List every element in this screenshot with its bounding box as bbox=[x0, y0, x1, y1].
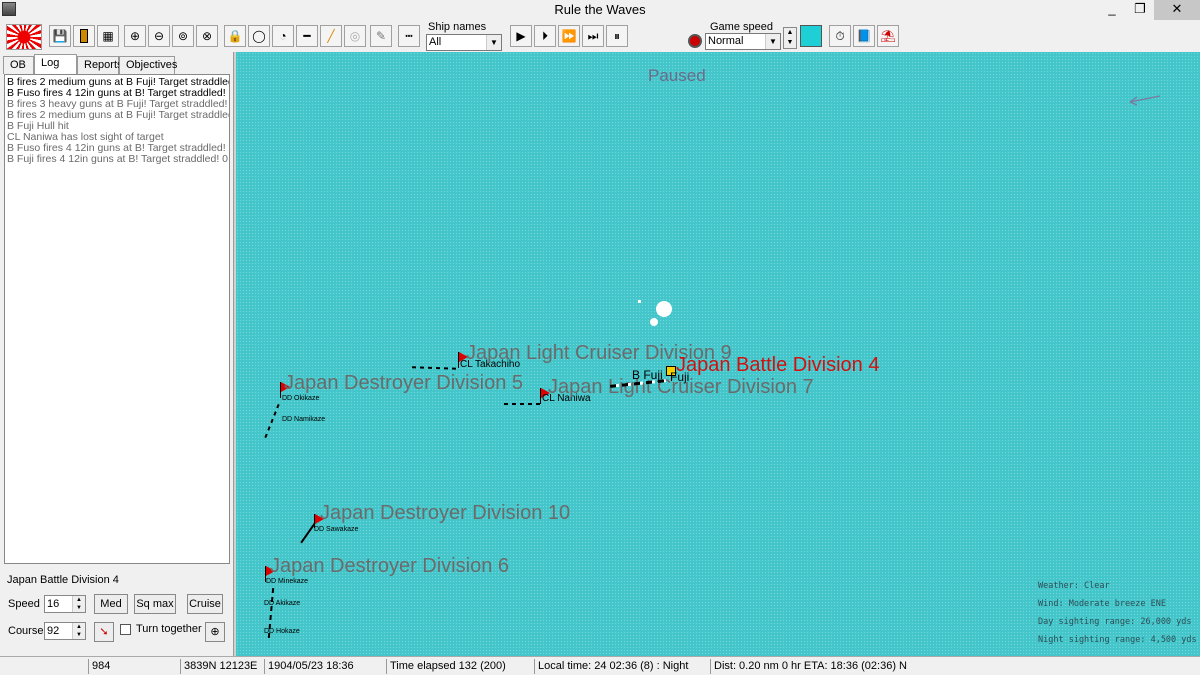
zoom-fit-icon[interactable]: ⊚ bbox=[172, 25, 194, 47]
rising-sun-flag-icon[interactable] bbox=[6, 24, 42, 50]
minimize-button[interactable]: _ bbox=[1098, 0, 1126, 20]
ship-names-select[interactable]: All ▼ bbox=[426, 34, 502, 51]
skip-icon[interactable]: ⏭ bbox=[582, 25, 604, 47]
clock-icon[interactable]: ◔ bbox=[272, 25, 294, 47]
selected-division-name: Japan Battle Division 4 bbox=[7, 574, 119, 586]
status-position: 3839N 12123E bbox=[180, 659, 264, 674]
set-course-arrow-icon[interactable]: ➘ bbox=[94, 622, 114, 642]
cruise-button[interactable]: Cruise bbox=[187, 594, 223, 614]
zoom-in-icon[interactable]: ⊕ bbox=[124, 25, 146, 47]
step-icon[interactable]: ⏵ bbox=[534, 25, 556, 47]
log-entry: B Fuji fires 4 12in guns at B! Target st… bbox=[7, 153, 230, 165]
book-icon[interactable]: 📘 bbox=[853, 25, 875, 47]
ship-label-namikaze[interactable]: DD Namikaze bbox=[282, 416, 325, 423]
ship-names-label: Ship names bbox=[428, 21, 487, 33]
zoom-out-icon[interactable]: ⊖ bbox=[148, 25, 170, 47]
course-label: Course bbox=[8, 625, 44, 637]
stop-icon[interactable] bbox=[688, 34, 702, 48]
status-elapsed: Time elapsed 132 (200) bbox=[386, 659, 534, 674]
weather-info: Weather: Clear Wind: Moderate breeze ENE… bbox=[1038, 577, 1197, 649]
speed-value: 16 bbox=[47, 598, 60, 610]
game-speed-label: Game speed bbox=[710, 21, 773, 33]
maximize-button[interactable]: ❐ bbox=[1126, 0, 1154, 20]
day-sighting-range: Day sighting range: 26,000 yds bbox=[1038, 617, 1192, 627]
spinner-arrows-icon[interactable]: ▲ ▼ bbox=[72, 623, 85, 639]
sq-max-button[interactable]: Sq max bbox=[134, 594, 176, 614]
tab-objectives[interactable]: Objectives bbox=[119, 56, 177, 74]
med-button[interactable]: Med bbox=[94, 594, 128, 614]
speed-spinner-icon[interactable]: ▲ ▼ bbox=[783, 27, 797, 49]
toolbar: 💾 ▦ ⊕ ⊖ ⊚ ⊗ 🔒 ◯ ◔ ━ ╱ ◎ ✎ ┅ Ship names A… bbox=[0, 20, 1200, 52]
course-value: 92 bbox=[47, 625, 60, 637]
status-distance: Dist: 0.20 nm 0 hr ETA: 18:36 (02:36) N bbox=[710, 659, 950, 674]
status-date: 1904/05/23 18:36 bbox=[264, 659, 386, 674]
turn-together-checkbox[interactable] bbox=[120, 624, 131, 635]
exit-door-icon[interactable] bbox=[73, 25, 95, 47]
wind-info: Wind: Moderate breeze ENE bbox=[1038, 599, 1166, 609]
tab-reports[interactable]: Reports bbox=[77, 56, 123, 74]
division-label-bd4[interactable]: Japan Battle Division 4 bbox=[676, 354, 879, 377]
division-label-dd10[interactable]: Japan Destroyer Division 10 bbox=[320, 502, 570, 525]
circle-icon[interactable]: ◯ bbox=[248, 25, 270, 47]
log-list[interactable]: B fires 2 medium guns at B Fuji! Target … bbox=[4, 74, 230, 564]
ship-label-akikaze[interactable]: DD Akikaze bbox=[264, 600, 300, 607]
splash-marker bbox=[650, 318, 658, 326]
line-icon[interactable]: ━ bbox=[296, 25, 318, 47]
island-icon[interactable]: ⛱ bbox=[877, 25, 899, 47]
speed-label: Speed bbox=[8, 598, 40, 610]
paused-indicator: Paused bbox=[648, 66, 706, 85]
game-speed-select[interactable]: Normal ▼ bbox=[705, 33, 781, 50]
wind-direction-arrow-icon bbox=[1129, 95, 1161, 106]
ship-trail bbox=[264, 403, 280, 439]
pen-icon[interactable]: ✎ bbox=[370, 25, 392, 47]
night-sighting-range: Night sighting range: 4,500 yds bbox=[1038, 635, 1197, 645]
ruler-icon[interactable]: ╱ bbox=[320, 25, 342, 47]
ship-trail bbox=[504, 403, 540, 405]
settings-icon[interactable]: ▦ bbox=[97, 25, 119, 47]
game-speed-value: Normal bbox=[708, 35, 744, 47]
speed-input[interactable]: 16 ▲ ▼ bbox=[44, 595, 86, 613]
battle-map[interactable]: Paused CL Takachiho Japan Light Cruiser … bbox=[236, 52, 1200, 656]
tab-ob[interactable]: OB bbox=[3, 56, 34, 74]
formation-icon[interactable]: ┅ bbox=[398, 25, 420, 47]
status-local-time: Local time: 24 02:36 (8) : Night bbox=[534, 659, 710, 674]
lock-icon[interactable]: 🔒 bbox=[224, 25, 246, 47]
close-button[interactable]: ✕ bbox=[1154, 0, 1200, 20]
ship-label-fuji[interactable]: B Fuji bbox=[632, 368, 663, 382]
weather-condition: Weather: Clear bbox=[1038, 581, 1110, 591]
pause-icon[interactable]: ⏸ bbox=[606, 25, 628, 47]
ship-label-minekaze[interactable]: DD Minekaze bbox=[266, 578, 308, 585]
course-input[interactable]: 92 ▲ ▼ bbox=[44, 622, 86, 640]
window-title: Rule the Waves bbox=[554, 2, 646, 17]
ship-label-hokaze[interactable]: DD Hokaze bbox=[264, 628, 300, 635]
fast-forward-icon[interactable]: ⏩ bbox=[558, 25, 580, 47]
title-bar: Rule the Waves _ ❐ ✕ bbox=[0, 0, 1200, 20]
sea-color-icon[interactable] bbox=[800, 25, 822, 47]
ship-label-okikaze[interactable]: DD Okikaze bbox=[282, 395, 319, 402]
spinner-arrows-icon[interactable]: ▲ ▼ bbox=[72, 596, 85, 612]
chevron-down-icon: ▼ bbox=[486, 35, 501, 50]
division-label-dd6[interactable]: Japan Destroyer Division 6 bbox=[270, 555, 509, 578]
status-turn: 984 bbox=[88, 659, 180, 674]
splash-marker bbox=[638, 300, 641, 303]
target-icon[interactable]: ⊕ bbox=[205, 622, 225, 642]
division-label-dd5[interactable]: Japan Destroyer Division 5 bbox=[284, 372, 523, 395]
play-icon[interactable]: ▶ bbox=[510, 25, 532, 47]
ship-names-value: All bbox=[429, 36, 442, 48]
panel-tabs: OB Log Reports Objectives bbox=[3, 54, 177, 74]
ship-label-sawakaze[interactable]: DD Sawakaze bbox=[314, 526, 358, 533]
save-icon[interactable]: 💾 bbox=[49, 25, 71, 47]
chevron-down-icon: ▼ bbox=[765, 34, 780, 49]
ship-trail bbox=[411, 366, 459, 370]
zoom-reset-icon[interactable]: ⊗ bbox=[196, 25, 218, 47]
splash-marker bbox=[656, 301, 672, 317]
status-bar: 984 3839N 12123E 1904/05/23 18:36 Time e… bbox=[0, 656, 1200, 675]
turn-together-label: Turn together bbox=[136, 623, 202, 635]
compass-icon[interactable]: ◎ bbox=[344, 25, 366, 47]
left-panel: OB Log Reports Objectives B fires 2 medi… bbox=[0, 52, 234, 656]
stopwatch-icon[interactable]: ⏱ bbox=[829, 25, 851, 47]
tab-log[interactable]: Log bbox=[34, 54, 77, 74]
